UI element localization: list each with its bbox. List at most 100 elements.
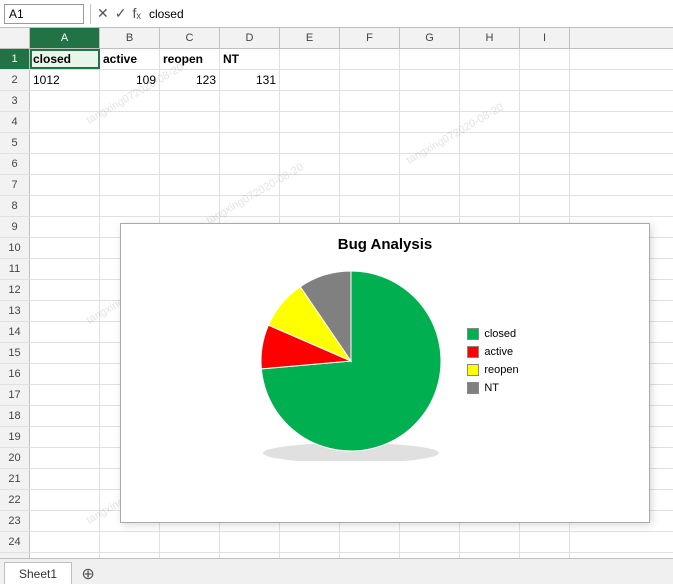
cell[interactable]: [340, 133, 400, 153]
cell[interactable]: [400, 154, 460, 174]
cell[interactable]: [340, 112, 400, 132]
cell[interactable]: [340, 154, 400, 174]
cell[interactable]: [100, 175, 160, 195]
cell[interactable]: [400, 553, 460, 558]
cell[interactable]: [30, 469, 100, 489]
cell[interactable]: [220, 112, 280, 132]
col-header-h[interactable]: H: [460, 28, 520, 48]
cell[interactable]: closed: [30, 49, 100, 69]
cell[interactable]: [520, 49, 570, 69]
cell[interactable]: [400, 49, 460, 69]
cell[interactable]: [520, 196, 570, 216]
cell[interactable]: reopen: [160, 49, 220, 69]
cell[interactable]: [460, 154, 520, 174]
cell[interactable]: [30, 553, 100, 558]
cell[interactable]: [520, 553, 570, 558]
cell[interactable]: [340, 49, 400, 69]
cell[interactable]: [30, 511, 100, 531]
cell[interactable]: [160, 553, 220, 558]
cell[interactable]: [400, 91, 460, 111]
col-header-b[interactable]: B: [100, 28, 160, 48]
cell[interactable]: [220, 532, 280, 552]
cell[interactable]: [340, 196, 400, 216]
cell[interactable]: [220, 133, 280, 153]
cell[interactable]: [340, 532, 400, 552]
cell[interactable]: [340, 175, 400, 195]
col-header-g[interactable]: G: [400, 28, 460, 48]
cell[interactable]: [30, 385, 100, 405]
cell[interactable]: [30, 217, 100, 237]
cell[interactable]: [30, 154, 100, 174]
cell[interactable]: [30, 196, 100, 216]
chart-container[interactable]: Bug Analysis closedactivereopenNT: [120, 223, 650, 523]
cell[interactable]: 109: [100, 70, 160, 90]
cell[interactable]: [30, 280, 100, 300]
cell[interactable]: [520, 154, 570, 174]
cell[interactable]: [400, 133, 460, 153]
sheet-tab-1[interactable]: Sheet1: [4, 562, 72, 584]
cell[interactable]: [100, 532, 160, 552]
cell[interactable]: [280, 91, 340, 111]
cell[interactable]: [400, 196, 460, 216]
cell[interactable]: [460, 49, 520, 69]
cell[interactable]: [340, 70, 400, 90]
cell[interactable]: [30, 532, 100, 552]
cell[interactable]: [400, 70, 460, 90]
cell[interactable]: [280, 133, 340, 153]
cell[interactable]: [280, 196, 340, 216]
cell[interactable]: [160, 196, 220, 216]
cell[interactable]: [160, 133, 220, 153]
cell[interactable]: [280, 112, 340, 132]
cell[interactable]: [280, 553, 340, 558]
cell[interactable]: [520, 175, 570, 195]
name-box[interactable]: [4, 4, 84, 24]
cell[interactable]: [520, 532, 570, 552]
cell[interactable]: [340, 91, 400, 111]
col-header-d[interactable]: D: [220, 28, 280, 48]
formula-input[interactable]: [145, 5, 669, 23]
col-header-i[interactable]: I: [520, 28, 570, 48]
cell[interactable]: [220, 154, 280, 174]
cell[interactable]: NT: [220, 49, 280, 69]
cell[interactable]: [30, 490, 100, 510]
col-header-f[interactable]: F: [340, 28, 400, 48]
cell[interactable]: [460, 112, 520, 132]
cell[interactable]: [220, 196, 280, 216]
cell[interactable]: [100, 133, 160, 153]
cell[interactable]: [280, 49, 340, 69]
col-header-a[interactable]: A: [30, 28, 100, 48]
cell[interactable]: [30, 406, 100, 426]
cell[interactable]: [30, 112, 100, 132]
cell[interactable]: [520, 112, 570, 132]
cell[interactable]: [400, 175, 460, 195]
add-sheet-button[interactable]: ⊕: [78, 564, 98, 584]
col-header-c[interactable]: C: [160, 28, 220, 48]
cell[interactable]: [30, 259, 100, 279]
cell[interactable]: [460, 175, 520, 195]
cell[interactable]: [400, 532, 460, 552]
cell[interactable]: [30, 238, 100, 258]
cell[interactable]: 131: [220, 70, 280, 90]
cell[interactable]: 1012: [30, 70, 100, 90]
cell[interactable]: [220, 175, 280, 195]
cell[interactable]: [520, 70, 570, 90]
cell[interactable]: [30, 301, 100, 321]
cell[interactable]: [100, 154, 160, 174]
cell[interactable]: [100, 91, 160, 111]
cell[interactable]: [340, 553, 400, 558]
fx-icon[interactable]: fₓ: [132, 5, 140, 22]
cell[interactable]: [160, 532, 220, 552]
cell[interactable]: [160, 154, 220, 174]
cell[interactable]: [460, 532, 520, 552]
cell[interactable]: [30, 448, 100, 468]
cell[interactable]: [400, 112, 460, 132]
col-header-e[interactable]: E: [280, 28, 340, 48]
cell[interactable]: [280, 175, 340, 195]
cell[interactable]: [280, 532, 340, 552]
cell[interactable]: [460, 91, 520, 111]
cell[interactable]: [30, 133, 100, 153]
cell[interactable]: [30, 343, 100, 363]
cell[interactable]: [30, 322, 100, 342]
cell[interactable]: [100, 112, 160, 132]
cell[interactable]: [30, 427, 100, 447]
